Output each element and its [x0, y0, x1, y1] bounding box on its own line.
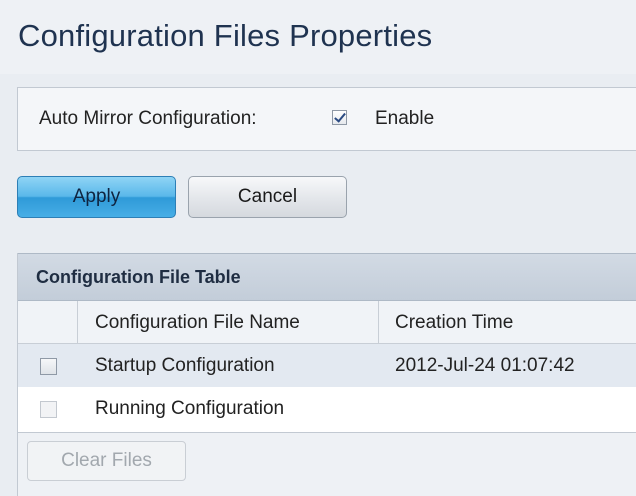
page: Configuration Files Properties Auto Mirr… — [0, 0, 636, 496]
row-select-checkbox[interactable] — [40, 401, 57, 418]
column-header-file-name: Configuration File Name — [95, 312, 300, 333]
title-bar: Configuration Files Properties — [0, 0, 636, 74]
column-header-creation-time: Creation Time — [395, 312, 514, 333]
cancel-button[interactable]: Cancel — [188, 176, 347, 218]
table-footer: Clear Files — [18, 432, 636, 496]
auto-mirror-enable-checkbox[interactable] — [332, 110, 347, 125]
table-row[interactable]: Running Configuration — [18, 387, 636, 430]
table-header-row: Configuration File Name Creation Time — [18, 301, 636, 344]
file-name-cell: Startup Configuration — [95, 355, 275, 376]
page-title: Configuration Files Properties — [18, 18, 433, 53]
column-divider — [378, 301, 379, 343]
clear-files-button[interactable]: Clear Files — [27, 441, 186, 481]
file-name-cell: Running Configuration — [95, 398, 285, 419]
table-row[interactable]: Startup Configuration 2012-Jul-24 01:07:… — [18, 344, 636, 387]
table-caption: Configuration File Table — [18, 253, 636, 301]
table-caption-text: Configuration File Table — [36, 267, 241, 287]
auto-mirror-label: Auto Mirror Configuration: — [39, 108, 257, 129]
auto-mirror-section: Auto Mirror Configuration: Enable — [17, 87, 636, 151]
enable-label: Enable — [375, 108, 435, 129]
apply-button[interactable]: Apply — [17, 176, 176, 218]
creation-time-cell: 2012-Jul-24 01:07:42 — [395, 355, 575, 376]
configuration-file-table: Configuration File Table Configuration F… — [17, 253, 636, 496]
row-select-checkbox[interactable] — [40, 358, 57, 375]
column-divider — [77, 301, 78, 343]
